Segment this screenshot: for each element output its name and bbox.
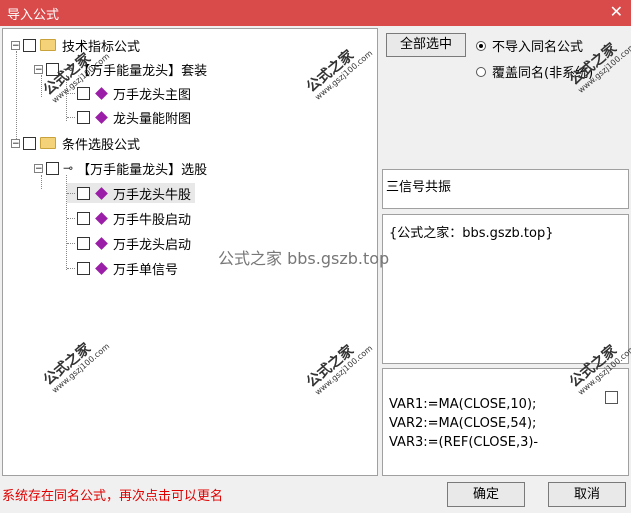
description-text: {公式之家：bbs.gszb.top} — [389, 226, 554, 241]
group-label: 条件选股公式 — [62, 137, 141, 153]
formula-icon — [95, 261, 108, 275]
item-label: 万手牛股启动 — [113, 212, 192, 228]
radio-label: 覆盖同名(非系统) — [492, 66, 594, 81]
center-watermark: 公式之家 bbs.gszb.top — [218, 249, 390, 268]
code-line: VAR1:=MA(CLOSE,10); — [389, 397, 537, 412]
formula-icon — [95, 211, 108, 225]
close-icon[interactable]: ✕ — [610, 2, 623, 21]
status-note: 系统存在同名公式，再次点击可以更名 — [2, 489, 224, 504]
item-label: 万手龙头牛股 — [113, 187, 192, 203]
group-checkbox[interactable] — [23, 136, 36, 150]
folder-icon — [40, 39, 56, 51]
code-text: VAR1:=MA(CLOSE,10); VAR2:=MA(CLOSE,54); … — [389, 395, 538, 452]
code-checkbox[interactable] — [605, 391, 618, 404]
item-checkbox[interactable] — [77, 211, 90, 225]
radio-dot[interactable] — [476, 66, 486, 77]
formula-icon — [95, 86, 108, 100]
tree-group-screening[interactable]: − 条件选股公式 — [11, 133, 140, 153]
select-all-button[interactable]: 全部选中 — [386, 33, 466, 57]
tree-group-indicators[interactable]: − 技术指标公式 — [11, 35, 140, 55]
formula-name: 三信号共振 — [386, 180, 452, 195]
tree-item[interactable]: 万手龙头牛股 — [67, 183, 196, 203]
item-label: 龙头量能附图 — [113, 111, 192, 127]
item-label: 万手龙头启动 — [113, 237, 192, 253]
collapse-toggle[interactable]: − — [11, 40, 20, 50]
item-checkbox[interactable] — [77, 186, 90, 200]
tree-item[interactable]: 万手龙头主图 — [67, 83, 191, 103]
tree-item[interactable]: 龙头量能附图 — [67, 107, 191, 127]
no-import-radio[interactable]: 不导入同名公式 — [476, 36, 583, 55]
key-icon: ⊸ — [63, 161, 74, 175]
formula-name-box: 三信号共振 — [382, 169, 629, 209]
radio-dot[interactable] — [476, 40, 486, 51]
sub-checkbox[interactable] — [46, 161, 59, 175]
tree-item[interactable]: 万手龙头启动 — [67, 233, 191, 253]
sub-label: 【万手能量龙头】选股 — [77, 162, 208, 178]
item-checkbox[interactable] — [77, 236, 90, 250]
collapse-toggle[interactable]: − — [34, 163, 43, 173]
code-line: VAR2:=MA(CLOSE,54); — [389, 416, 537, 431]
folder-icon — [40, 137, 56, 149]
collapse-toggle[interactable]: − — [11, 138, 20, 148]
item-label: 万手龙头主图 — [113, 87, 192, 103]
tree-item[interactable]: 万手牛股启动 — [67, 208, 191, 228]
formula-icon — [95, 110, 108, 124]
overwrite-radio[interactable]: 覆盖同名(非系统) — [476, 62, 593, 81]
item-label: 万手单信号 — [113, 262, 179, 278]
cancel-button[interactable]: 取消 — [548, 482, 626, 507]
code-line: VAR3:=(REF(CLOSE,3)- — [389, 435, 539, 450]
tree-sub-suite[interactable]: − ⊸ 【万手能量龙头】套装 — [34, 59, 207, 79]
ok-button[interactable]: 确定 — [447, 482, 525, 507]
title-bar: 导入公式 ✕ — [0, 0, 631, 26]
collapse-toggle[interactable]: − — [34, 64, 43, 74]
sub-label: 【万手能量龙头】套装 — [77, 63, 208, 79]
formula-icon — [95, 236, 108, 250]
sub-checkbox[interactable] — [46, 62, 59, 76]
formula-icon — [95, 186, 108, 200]
tree-item[interactable]: 万手单信号 — [67, 258, 178, 278]
key-icon: ⊸ — [63, 62, 74, 76]
radio-label: 不导入同名公式 — [492, 40, 584, 55]
group-label: 技术指标公式 — [62, 39, 141, 55]
tree-sub-screen[interactable]: − ⊸ 【万手能量龙头】选股 — [34, 158, 207, 178]
item-checkbox[interactable] — [77, 261, 90, 275]
description-box[interactable]: {公式之家：bbs.gszb.top} — [382, 214, 629, 364]
window-title: 导入公式 — [7, 8, 60, 23]
group-checkbox[interactable] — [23, 38, 36, 52]
item-checkbox[interactable] — [77, 110, 90, 124]
item-checkbox[interactable] — [77, 86, 90, 100]
